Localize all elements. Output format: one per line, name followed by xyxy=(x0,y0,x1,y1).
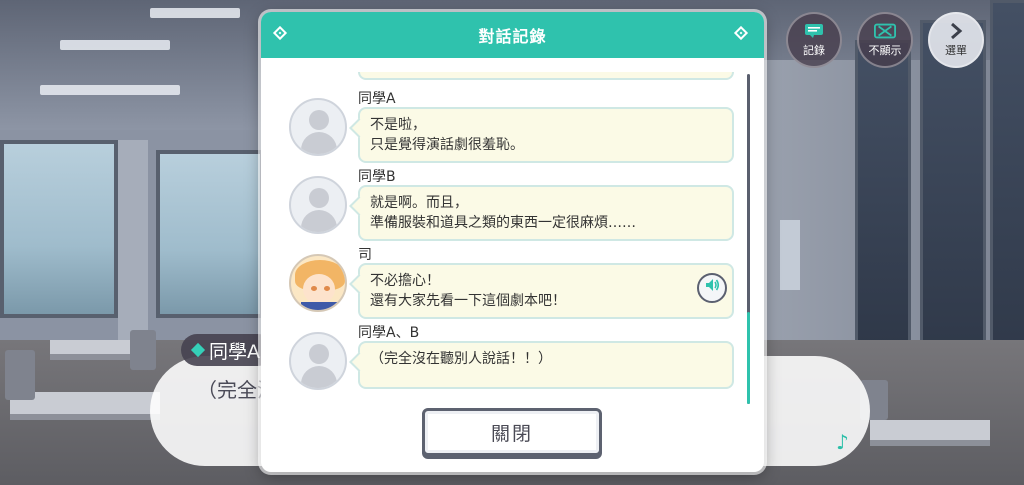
dialogue-log-modal: 對話記錄 同學A 不是啦， 只是覺得演話劇很羞恥。 同學B 就是啊。而且， 準備… xyxy=(261,12,764,472)
music-note-icon: ♪ xyxy=(836,430,849,454)
bubble-line: 準備服裝和道具之類的東西一定很麻煩…… xyxy=(370,215,636,231)
diamond-icon xyxy=(733,25,749,41)
speech-bubble: 不必擔心！ 還有大家先看一下這個劇本吧！ xyxy=(349,263,734,319)
log-list[interactable]: 同學A 不是啦， 只是覺得演話劇很羞恥。 同學B 就是啊。而且， 準備服裝和道具… xyxy=(261,58,764,400)
notice-board xyxy=(780,220,800,290)
ceiling-light xyxy=(150,8,240,18)
entry-speaker: 同學A、B xyxy=(358,325,420,341)
avatar xyxy=(289,332,347,390)
entry-speaker: 司 xyxy=(358,247,372,263)
desk xyxy=(870,420,990,446)
voice-replay-button[interactable] xyxy=(697,273,727,303)
menu-label: 選單 xyxy=(945,44,967,57)
hide-ui-button[interactable]: 不顯示 xyxy=(857,12,913,68)
log-icon xyxy=(803,22,825,40)
entry-speaker: 同學A xyxy=(358,91,396,107)
bubble-line: 不必擔心！ xyxy=(370,273,440,289)
log-button[interactable]: 記錄 xyxy=(786,12,842,68)
window xyxy=(855,40,911,376)
log-label: 記錄 xyxy=(803,44,825,57)
bubble-line: 不是啦， xyxy=(370,117,426,133)
dialogue-speaker: 同學A xyxy=(209,340,260,363)
avatar-tsukasa xyxy=(289,254,347,312)
desk xyxy=(50,340,140,360)
pillar xyxy=(118,140,148,350)
previous-bubble-edge xyxy=(358,72,734,80)
modal-title: 對話記錄 xyxy=(478,27,547,46)
bubble-line: 就是啊。而且， xyxy=(370,195,468,211)
speech-bubble: 不是啦， 只是覺得演話劇很羞恥。 xyxy=(349,107,734,163)
modal-header: 對話記錄 xyxy=(261,12,764,58)
chevron-right-icon xyxy=(945,22,967,40)
chair xyxy=(130,330,156,370)
speech-bubble: 就是啊。而且， 準備服裝和道具之類的東西一定很麻煩…… xyxy=(349,185,734,241)
speech-bubble: （完全沒在聽別人說話！！） xyxy=(349,341,734,389)
ceiling-light xyxy=(40,85,180,95)
speaker-icon xyxy=(704,277,720,299)
bubble-line: 只是覺得演話劇很羞恥。 xyxy=(370,137,524,153)
diamond-icon xyxy=(272,25,288,41)
entry-speaker: 同學B xyxy=(358,169,396,185)
window xyxy=(156,150,264,318)
bubble-line: （完全沒在聽別人說話！！） xyxy=(370,351,552,367)
hide-label: 不顯示 xyxy=(868,44,902,57)
scrollbar-thumb[interactable] xyxy=(747,312,750,404)
chair xyxy=(5,350,35,400)
avatar xyxy=(289,176,347,234)
avatar xyxy=(289,98,347,156)
hide-icon xyxy=(874,22,896,40)
window xyxy=(0,140,118,318)
close-button[interactable]: 關閉 xyxy=(422,408,602,456)
ceiling-light xyxy=(60,40,170,50)
bubble-line: 還有大家先看一下這個劇本吧！ xyxy=(370,293,566,309)
menu-button[interactable]: 選單 xyxy=(928,12,984,68)
diamond-icon xyxy=(190,342,206,358)
